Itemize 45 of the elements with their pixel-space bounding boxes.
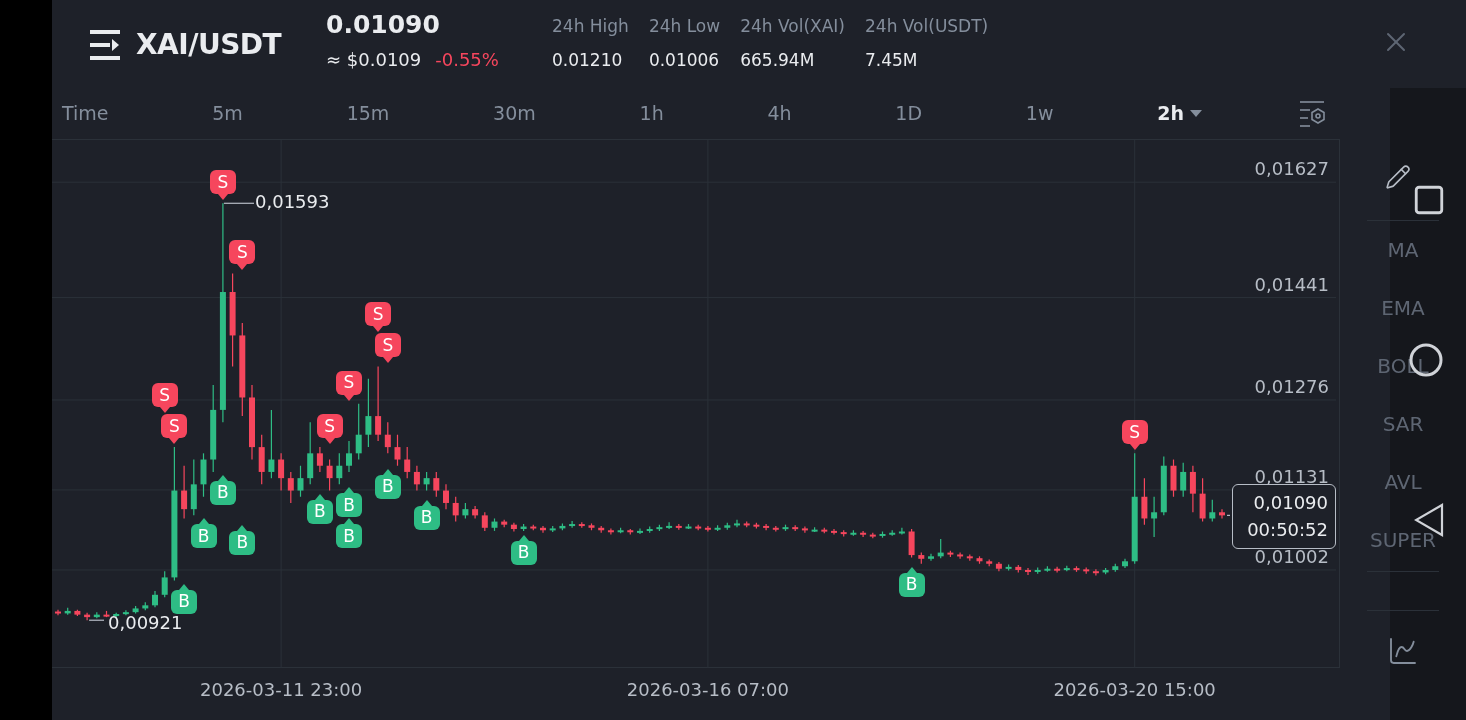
candle-countdown: 00:50:52 xyxy=(1247,518,1328,542)
usd-price: ≈ $0.0109 xyxy=(326,48,422,72)
indicator-button[interactable]: SUPER xyxy=(1370,511,1436,569)
price-change: -0.55% xyxy=(435,48,499,72)
stat-value: 665.94M xyxy=(740,48,816,72)
caret-icon xyxy=(1190,110,1202,117)
time-axis-label: 2026-03-16 07:00 xyxy=(626,678,789,702)
interval-tab[interactable]: 4h xyxy=(767,99,792,128)
interval-tab[interactable]: 30m xyxy=(493,99,536,128)
indicator-button[interactable]: MA xyxy=(1387,221,1419,279)
drawing-tools-icon[interactable] xyxy=(1385,164,1411,190)
stat-label: 24h Vol(USDT) xyxy=(865,15,989,38)
time-axis-label: 2026-03-20 15:00 xyxy=(1053,678,1216,702)
stat-value: 0.01210 xyxy=(552,48,624,72)
interval-tab[interactable]: Time xyxy=(62,99,109,128)
indicator-button[interactable]: AVL xyxy=(1384,453,1422,511)
stat-value: 0.01006 xyxy=(648,48,721,72)
recents-icon[interactable] xyxy=(1412,183,1446,217)
price-axis-label: 0,01627 xyxy=(1254,160,1329,179)
stat-label: 24h Low xyxy=(648,15,721,38)
leader-line xyxy=(88,619,105,621)
chart-type-icon[interactable] xyxy=(1387,635,1419,667)
price-axis-label: 0,01276 xyxy=(1254,377,1329,396)
interval-tab[interactable]: 15m xyxy=(346,99,390,128)
last-price-value: 0,01090 xyxy=(1253,491,1328,515)
pair-title: XAI/USDT xyxy=(136,27,282,63)
interval-tab[interactable]: 5m xyxy=(212,99,243,128)
stat-value: 7.45M xyxy=(865,48,919,72)
price-axis-label: 0,01002 xyxy=(1254,547,1329,566)
interval-tab[interactable]: 2h xyxy=(1157,99,1202,128)
low-price-label: 0,00921 xyxy=(108,614,183,633)
last-price: 0.01090 xyxy=(326,9,441,41)
time-axis-label: 2026-03-11 23:00 xyxy=(200,678,363,702)
indicator-button[interactable]: EMA xyxy=(1381,279,1425,337)
interval-tab[interactable]: 1w xyxy=(1025,99,1054,128)
stat-label: 24h High xyxy=(552,15,629,38)
interval-tab[interactable]: 1D xyxy=(895,99,923,128)
stat-label: 24h Vol(XAI) xyxy=(740,15,845,38)
interval-tab[interactable]: 1h xyxy=(639,99,664,128)
leader-line xyxy=(223,202,255,204)
indicator-button[interactable]: SAR xyxy=(1382,395,1424,453)
price-axis-label: 0,01131 xyxy=(1254,467,1329,486)
high-price-label: 0,01593 xyxy=(255,193,330,212)
leader-line xyxy=(1226,514,1233,516)
price-axis-label: 0,01441 xyxy=(1254,275,1329,294)
